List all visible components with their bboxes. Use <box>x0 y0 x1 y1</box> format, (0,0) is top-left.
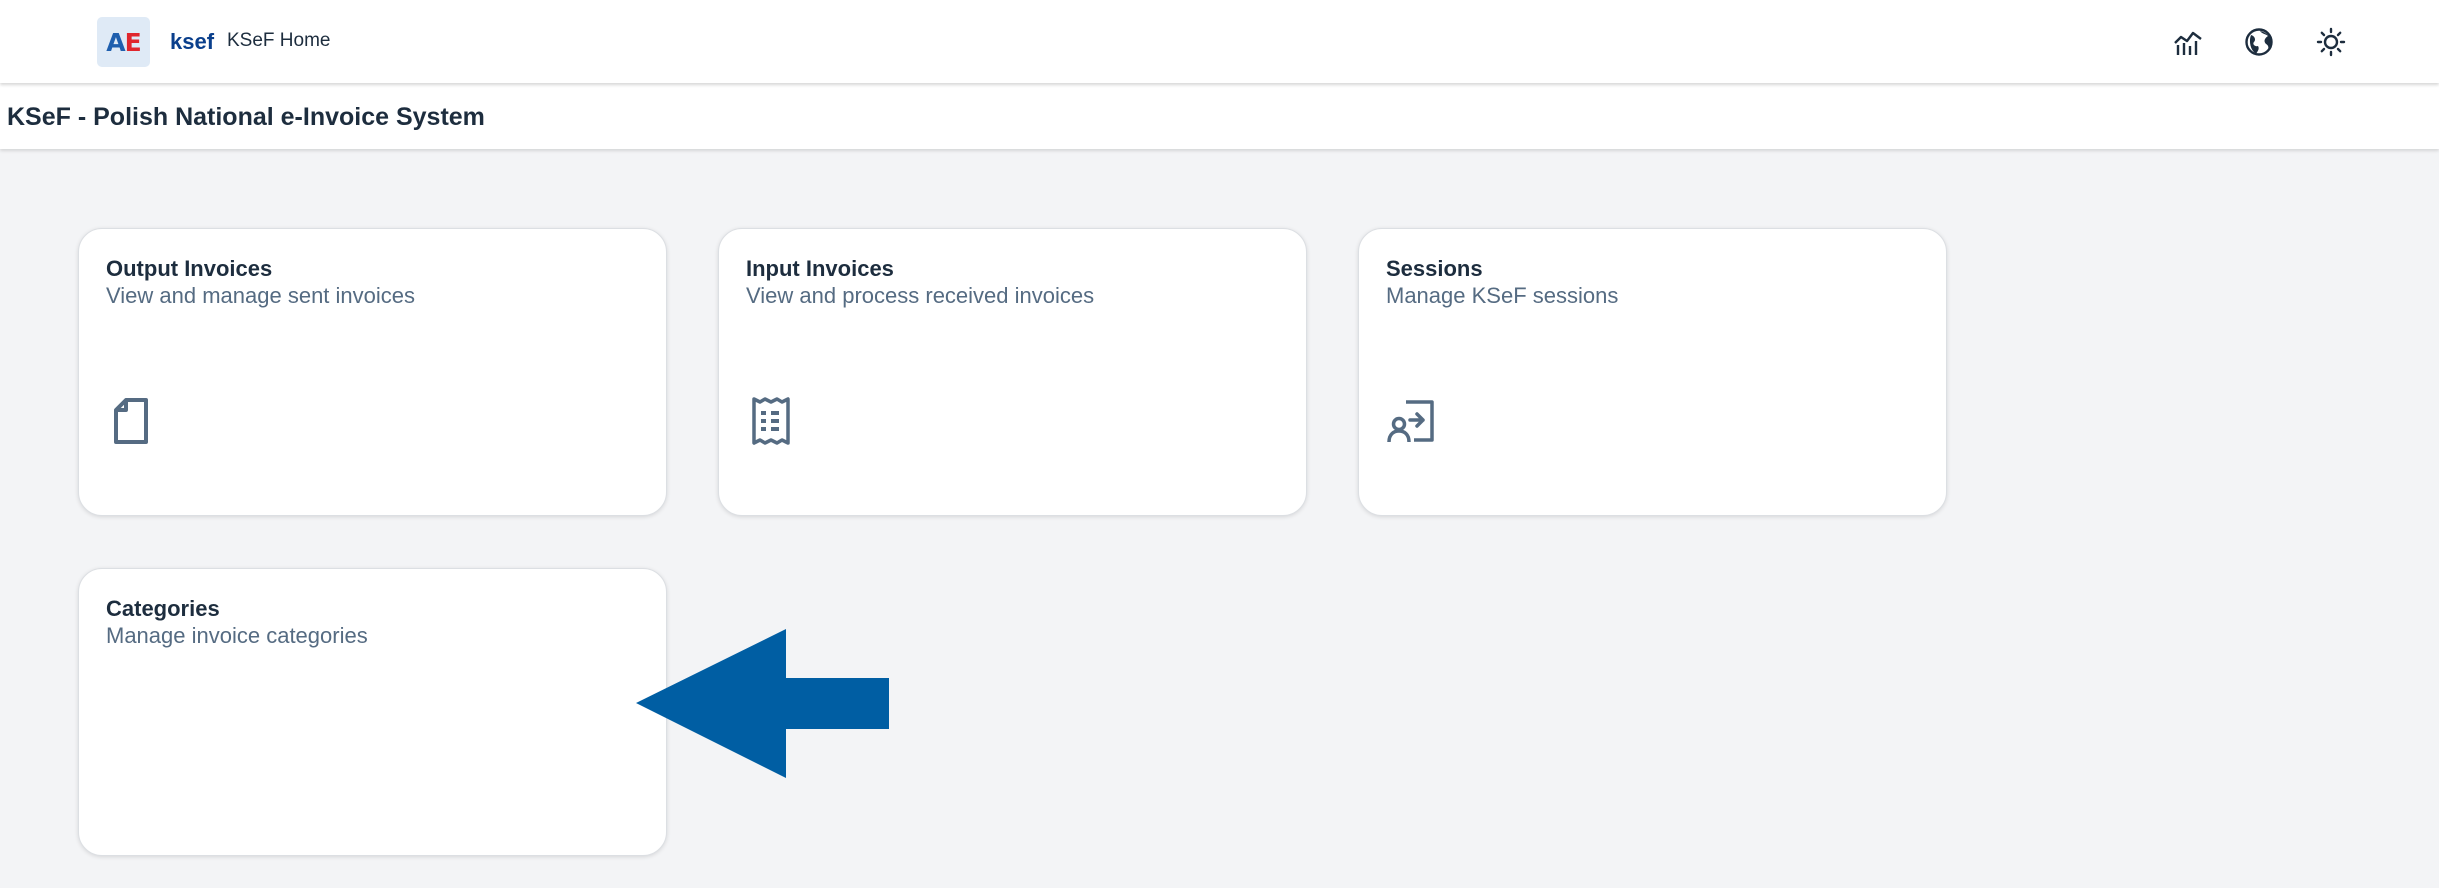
tile-input-invoices[interactable]: Input Invoices View and process received… <box>718 228 1307 516</box>
globe-icon <box>2245 28 2273 56</box>
home-title: KSeF Home <box>227 30 331 51</box>
logo-letter-e: E <box>124 27 142 57</box>
pointer-arrow-icon <box>636 629 889 778</box>
tile-sessions[interactable]: Sessions Manage KSeF sessions <box>1358 228 1947 516</box>
tile-subtitle: View and manage sent invoices <box>106 283 416 308</box>
analytics-icon <box>2174 31 2202 55</box>
tile-categories[interactable]: Categories Manage invoice categories <box>78 568 667 856</box>
document-icon <box>114 398 148 444</box>
shell-bar: AE ksef KSeF Home <box>0 0 2439 83</box>
language-button[interactable] <box>2239 22 2279 62</box>
tile-title: Input Invoices <box>746 256 894 281</box>
theme-button[interactable] <box>2311 22 2351 62</box>
company-logo[interactable]: AE <box>97 17 150 67</box>
page-title: KSeF - Polish National e-Invoice System <box>7 103 485 131</box>
tile-subtitle: Manage invoice categories <box>106 623 368 648</box>
tile-output-invoices[interactable]: Output Invoices View and manage sent inv… <box>78 228 667 516</box>
theme-sun-icon <box>2316 27 2346 57</box>
receipt-icon <box>752 397 790 445</box>
tile-subtitle: View and process received invoices <box>746 283 1095 308</box>
logo-letter-a: A <box>106 27 125 57</box>
tile-title: Categories <box>106 596 220 621</box>
tile-title: Sessions <box>1386 256 1483 281</box>
analytics-button[interactable] <box>2168 22 2208 62</box>
product-name[interactable]: ksef <box>170 29 214 55</box>
user-login-icon <box>1387 400 1434 443</box>
tile-subtitle: Manage KSeF sessions <box>1386 283 1619 308</box>
tile-title: Output Invoices <box>106 256 273 281</box>
page-header: KSeF - Polish National e-Invoice System <box>0 83 2439 149</box>
